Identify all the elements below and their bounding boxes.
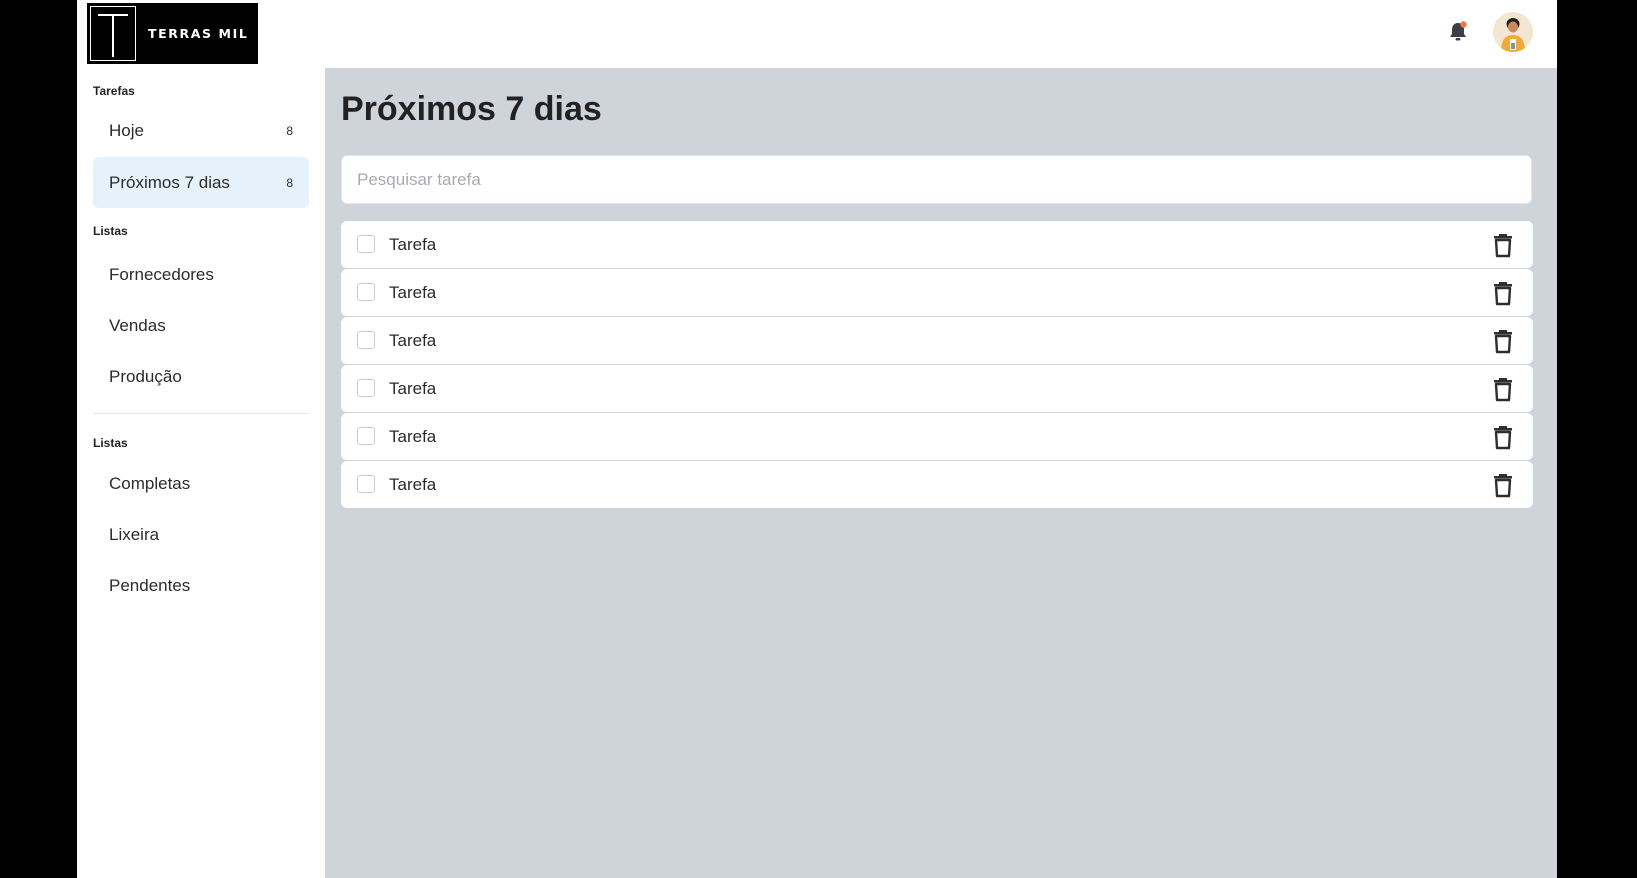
sidebar-item-hoje[interactable]: Hoje 8 [93,105,309,156]
section-label-listas: Listas [93,224,128,238]
sidebar-item-vendas[interactable]: Vendas [93,300,309,351]
task-row: Tarefa [341,461,1533,508]
task-row: Tarefa [341,269,1533,316]
sidebar-item-label: Completas [109,473,191,493]
task-row: Tarefa [341,221,1533,268]
user-avatar[interactable] [1493,12,1533,52]
sidebar-item-label: Fornecedores [109,264,214,284]
sidebar-item-proximos-7-dias[interactable]: Próximos 7 dias 8 [93,157,309,208]
task-list: Tarefa Tarefa Tarefa Tarefa Tarefa Taref… [341,221,1533,509]
trash-icon[interactable] [1491,376,1515,402]
task-label: Tarefa [389,378,437,398]
sidebar-item-count: 8 [286,175,293,190]
sidebar-item-label: Produção [109,366,182,386]
task-label: Tarefa [389,330,437,350]
task-checkbox[interactable] [357,475,375,493]
sidebar-divider [93,413,309,414]
sidebar-item-label: Pendentes [109,575,191,595]
search-input[interactable] [341,155,1532,204]
app-window: TERRAS MIL Tarefas Hoje 8 Próximos 7 dia… [77,0,1557,878]
section-label-listas-status: Listas [93,436,128,450]
sidebar-item-label: Lixeira [109,524,160,544]
section-label-tarefas: Tarefas [93,84,135,98]
task-checkbox[interactable] [357,331,375,349]
trash-icon[interactable] [1491,280,1515,306]
main-content: Próximos 7 dias Tarefa Tarefa Tarefa [325,68,1557,878]
notifications-bell-icon[interactable] [1445,19,1471,45]
sidebar-item-label: Vendas [109,315,166,335]
sidebar-item-count: 8 [286,123,293,138]
task-checkbox[interactable] [357,427,375,445]
sidebar-item-producao[interactable]: Produção [93,351,309,402]
sidebar-item-completas[interactable]: Completas [93,458,309,509]
task-checkbox[interactable] [357,379,375,397]
task-checkbox[interactable] [357,283,375,301]
task-label: Tarefa [389,282,437,302]
trash-icon[interactable] [1491,472,1515,498]
logo-text: TERRAS MIL [148,26,249,41]
task-label: Tarefa [389,426,437,446]
sidebar-item-label: Hoje [109,120,144,140]
task-row: Tarefa [341,317,1533,364]
task-label: Tarefa [389,474,437,494]
trash-icon[interactable] [1491,232,1515,258]
trash-icon[interactable] [1491,328,1515,354]
page-title: Próximos 7 dias [341,90,602,128]
sidebar-item-pendentes[interactable]: Pendentes [93,560,309,611]
sidebar: Tarefas Hoje 8 Próximos 7 dias 8 Listas … [77,68,325,878]
trash-icon[interactable] [1491,424,1515,450]
sidebar-item-lixeira[interactable]: Lixeira [93,509,309,560]
task-row: Tarefa [341,365,1533,412]
sidebar-item-fornecedores[interactable]: Fornecedores [93,249,309,300]
task-checkbox[interactable] [357,235,375,253]
brand-logo[interactable]: TERRAS MIL [87,3,258,64]
task-label: Tarefa [389,234,437,254]
logo-mark [90,6,136,61]
sidebar-item-label: Próximos 7 dias [109,172,230,192]
task-row: Tarefa [341,413,1533,460]
